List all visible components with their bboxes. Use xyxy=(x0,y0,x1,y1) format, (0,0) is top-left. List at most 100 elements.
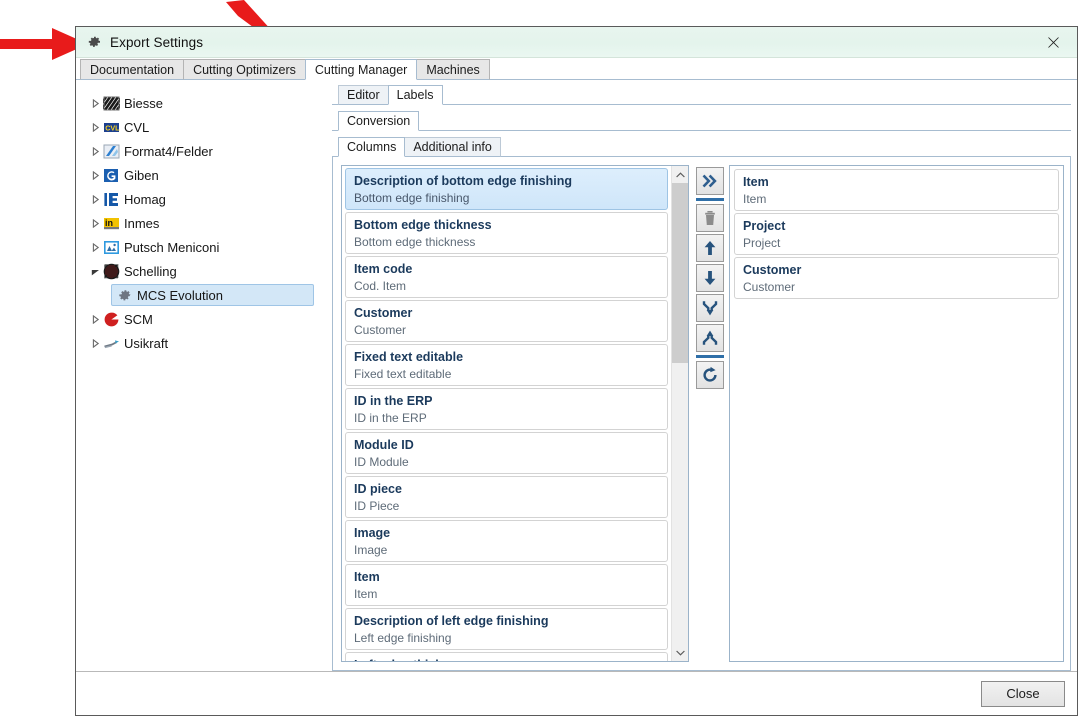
selected-columns-list[interactable]: Item Item Project Project Customer Customer xyxy=(729,165,1064,662)
tab-additional-info-label: Additional info xyxy=(413,140,492,154)
triangle-right-icon xyxy=(92,338,99,348)
move-down-button[interactable] xyxy=(696,264,724,292)
tree-expander-usikraft[interactable] xyxy=(87,335,103,351)
tree-expander-scm[interactable] xyxy=(87,311,103,327)
tab-additional-info[interactable]: Additional info xyxy=(404,137,501,157)
tree-expander-putsch-meniconi[interactable] xyxy=(87,239,103,255)
tree-item-label: Usikraft xyxy=(124,335,169,351)
scroll-down-button[interactable] xyxy=(672,644,688,661)
scroll-up-button[interactable] xyxy=(672,166,688,183)
tab-cutting-optimizers-label: Cutting Optimizers xyxy=(193,62,296,77)
tree-expander-giben[interactable] xyxy=(87,167,103,183)
available-column-item[interactable]: Customer Customer xyxy=(345,300,668,342)
tree-item-putsch-meniconi[interactable]: Putsch Meniconi xyxy=(81,235,327,259)
close-button[interactable]: Close xyxy=(981,680,1065,707)
tree-expander-homag[interactable] xyxy=(87,191,103,207)
giben-icon xyxy=(104,168,118,182)
tab-machines[interactable]: Machines xyxy=(416,59,490,80)
available-column-item[interactable]: Description of bottom edge finishing Bott… xyxy=(345,168,668,210)
tree-item-label: Giben xyxy=(124,167,159,183)
available-column-item[interactable]: Fixed text editable Fixed text editable xyxy=(345,344,668,386)
format4-icon xyxy=(103,144,120,158)
tab-documentation[interactable]: Documentation xyxy=(80,59,185,80)
columns-tabstrip: Columns Additional info xyxy=(332,136,1071,157)
selected-column-item[interactable]: Customer Customer xyxy=(734,257,1059,299)
tab-conversion-label: Conversion xyxy=(347,114,411,128)
tree-expander-format4-felder[interactable] xyxy=(87,143,103,159)
tree-item-giben[interactable]: Giben xyxy=(81,163,327,187)
triangle-right-icon xyxy=(92,314,99,324)
available-column-item-subtitle: Bottom edge finishing xyxy=(354,191,470,205)
available-column-item[interactable]: ID piece ID Piece xyxy=(345,476,668,518)
available-column-item[interactable]: Item code Cod. Item xyxy=(345,256,668,298)
available-column-item[interactable]: ID in the ERP ID in the ERP xyxy=(345,388,668,430)
available-column-item[interactable]: Left edge thickness xyxy=(345,652,668,661)
tree-expander-cvl[interactable] xyxy=(87,119,103,135)
available-column-item-subtitle: Customer xyxy=(354,323,407,337)
tree-item-mcs-evolution[interactable]: MCS Evolution xyxy=(81,283,327,307)
delete-button[interactable] xyxy=(696,204,724,232)
available-columns-list[interactable]: Description of bottom edge finishing Bott… xyxy=(341,165,689,662)
tree-item-inmes[interactable]: in Inmes xyxy=(81,211,327,235)
machine-tree[interactable]: Biesse CVL CVL Format4/Felder Giben Homag in In… xyxy=(80,84,328,671)
triangle-right-icon xyxy=(92,218,99,228)
available-column-item[interactable]: Description of left edge finishing Left e… xyxy=(345,608,668,650)
scroll-thumb[interactable] xyxy=(672,183,688,363)
available-column-item-title: Module ID xyxy=(354,438,414,452)
export-settings-dialog: Export Settings Documentation Cutting Opt… xyxy=(75,26,1078,716)
selected-column-item[interactable]: Project Project xyxy=(734,213,1059,255)
tree-expander-inmes[interactable] xyxy=(87,215,103,231)
tree-item-biesse[interactable]: Biesse xyxy=(81,91,327,115)
tree-expander-schelling[interactable] xyxy=(87,263,103,279)
tree-item-schelling[interactable]: Schelling xyxy=(81,259,327,283)
available-column-item[interactable]: Module ID ID Module xyxy=(345,432,668,474)
close-glyph xyxy=(1047,36,1059,48)
inmes-icon: in xyxy=(104,217,119,229)
tree-item-homag[interactable]: Homag xyxy=(81,187,327,211)
triangle-right-icon xyxy=(92,242,99,252)
dialog-body: Biesse CVL CVL Format4/Felder Giben Homag in In… xyxy=(76,80,1077,671)
available-column-item-subtitle: Cod. Item xyxy=(354,279,407,293)
available-column-item-subtitle: Image xyxy=(354,543,388,557)
available-column-item-title: ID piece xyxy=(354,482,402,496)
merge-button[interactable] xyxy=(696,294,724,322)
scm-icon xyxy=(104,312,119,326)
available-columns-scrollbar[interactable] xyxy=(671,166,688,661)
available-column-item[interactable]: Bottom edge thickness Bottom edge thickne… xyxy=(345,212,668,254)
arrow-up-icon xyxy=(704,241,716,255)
tree-item-cvl[interactable]: CVL CVL xyxy=(81,115,327,139)
schelling-icon xyxy=(103,263,120,279)
available-column-item[interactable]: Item Item xyxy=(345,564,668,606)
tree-item-scm[interactable]: SCM xyxy=(81,307,327,331)
split-button[interactable] xyxy=(696,324,724,352)
tab-conversion[interactable]: Conversion xyxy=(338,111,420,131)
triangle-right-icon xyxy=(92,122,99,132)
available-column-item-title: Left edge thickness xyxy=(354,657,659,661)
close-icon[interactable] xyxy=(1033,28,1073,57)
available-column-item[interactable]: Image Image xyxy=(345,520,668,562)
columns-panel: Description of bottom edge finishing Bott… xyxy=(332,157,1071,671)
scroll-track[interactable] xyxy=(672,183,688,644)
tree-expander-biesse[interactable] xyxy=(87,95,103,111)
tree-item-usikraft[interactable]: Usikraft xyxy=(81,331,327,355)
tab-cutting-optimizers[interactable]: Cutting Optimizers xyxy=(183,59,306,80)
homag-icon xyxy=(104,192,118,206)
tab-cutting-manager[interactable]: Cutting Manager xyxy=(304,59,418,80)
tab-columns[interactable]: Columns xyxy=(338,137,406,157)
add-all-button[interactable] xyxy=(696,167,724,195)
available-column-item-title: Item xyxy=(354,570,380,584)
tree-item-label: Schelling xyxy=(124,263,177,279)
arrow-down-icon xyxy=(704,271,716,285)
selected-column-item[interactable]: Item Item xyxy=(734,169,1059,211)
selected-column-item-title: Item xyxy=(743,175,769,189)
available-column-item-subtitle: Fixed text editable xyxy=(354,367,452,381)
tab-labels[interactable]: Labels xyxy=(387,85,443,105)
tab-editor[interactable]: Editor xyxy=(338,85,389,105)
tree-item-format4-felder[interactable]: Format4/Felder xyxy=(81,139,327,163)
move-up-button[interactable] xyxy=(696,234,724,262)
triangle-right-icon xyxy=(92,146,99,156)
dialog-footer: Close xyxy=(76,671,1077,715)
tree-item-label: Homag xyxy=(124,191,166,207)
refresh-button[interactable] xyxy=(696,361,724,389)
available-column-item-title: ID in the ERP xyxy=(354,394,433,408)
